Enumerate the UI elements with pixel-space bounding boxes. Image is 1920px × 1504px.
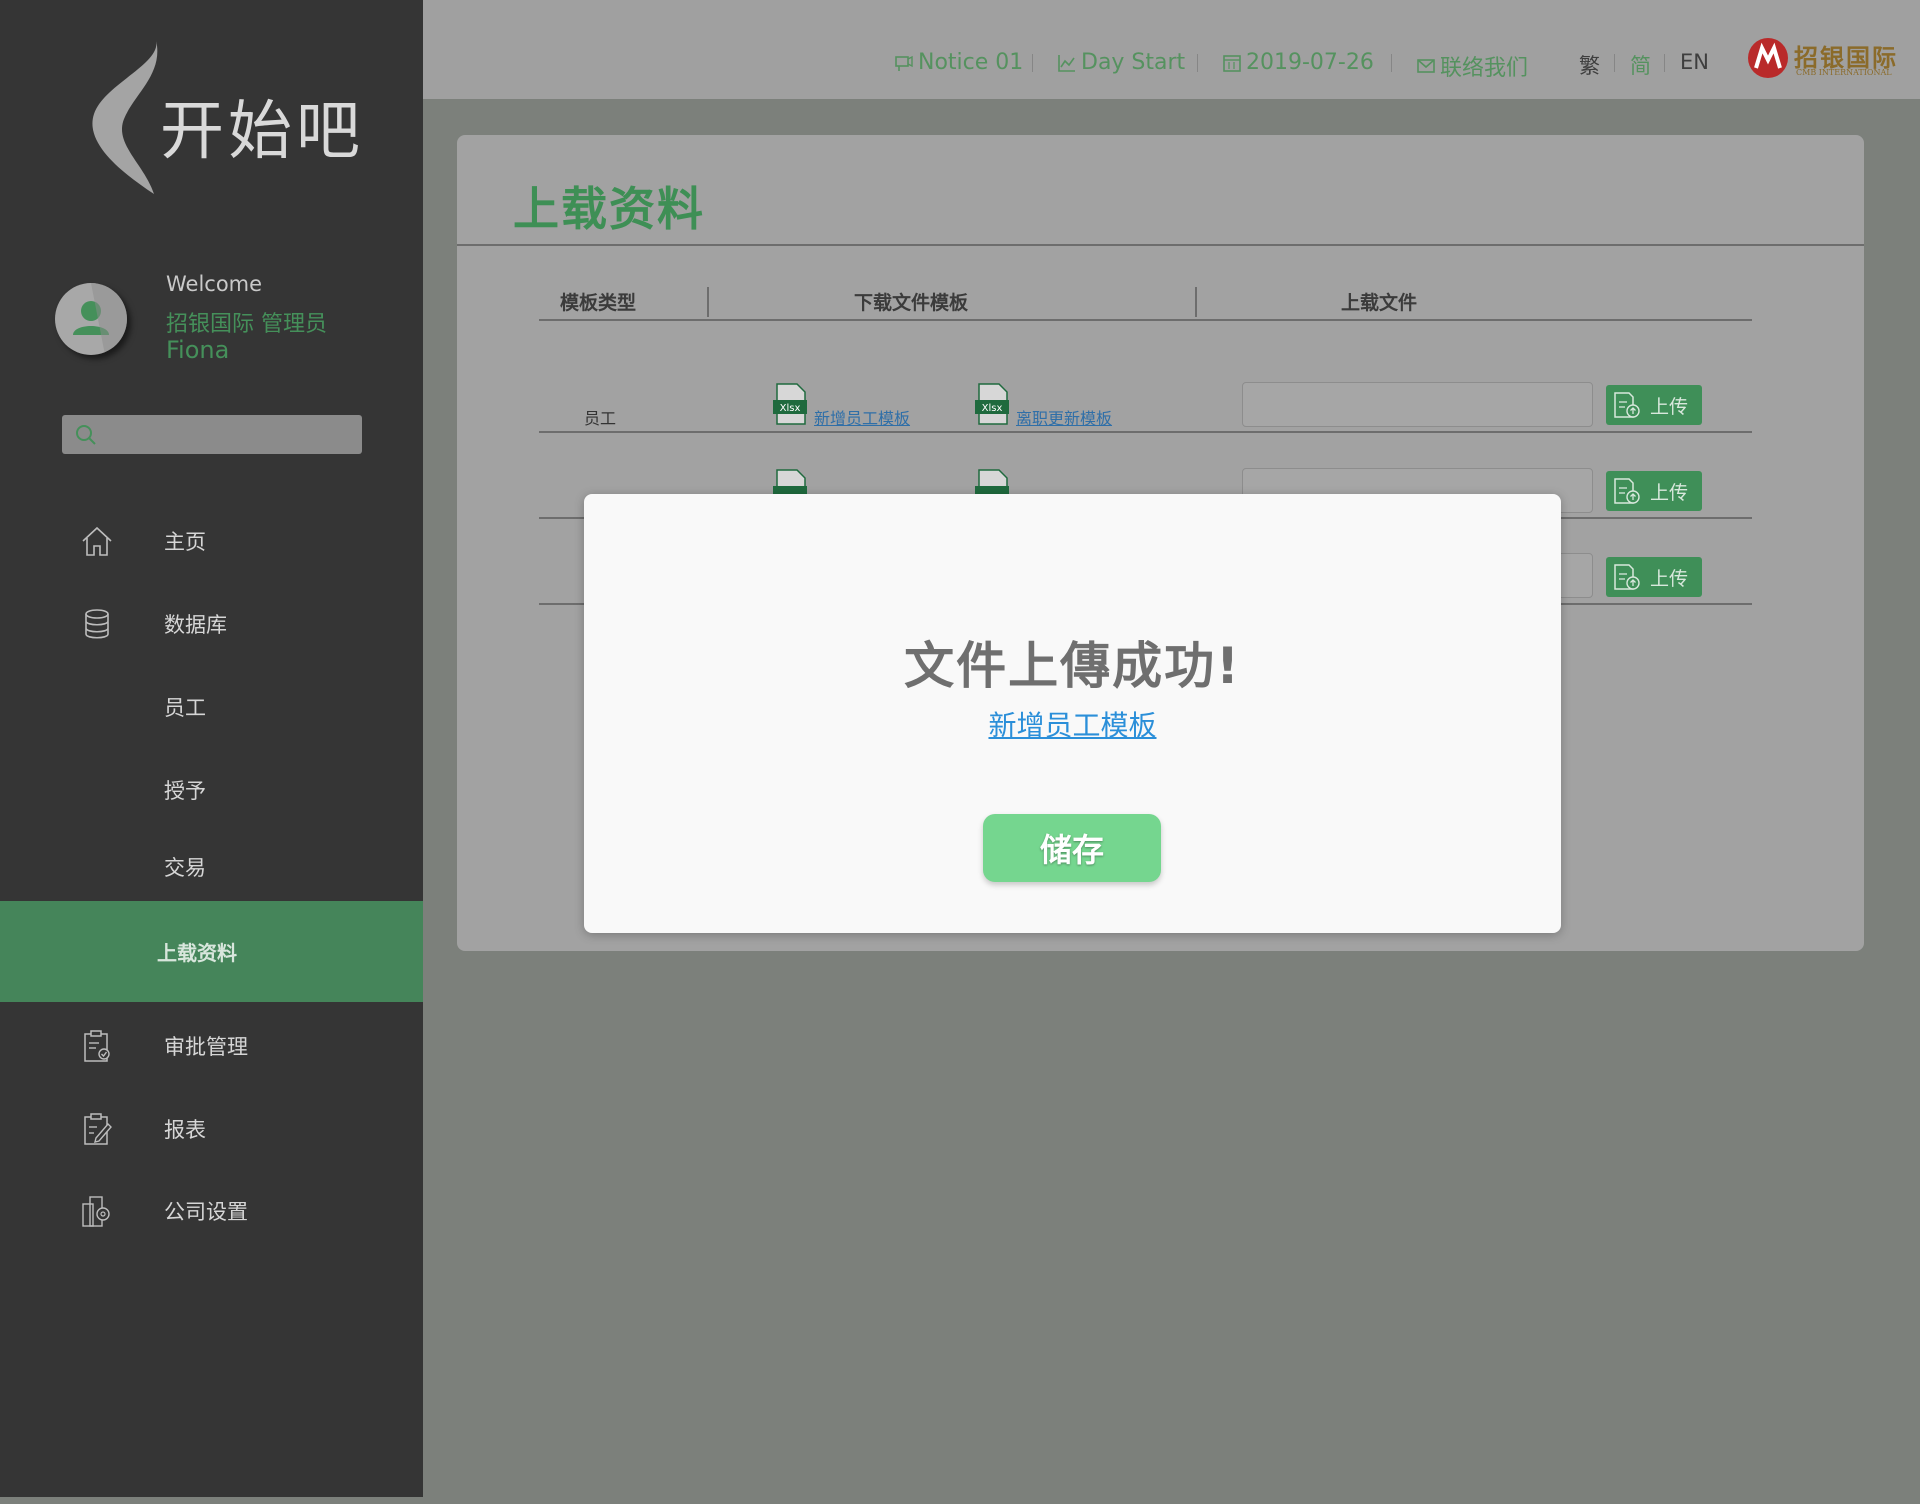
save-button[interactable]: 储存 (983, 814, 1161, 882)
date-text: 2019-07-26 (1246, 50, 1374, 75)
day-start-link[interactable]: Day Start (1057, 50, 1185, 75)
sidebar-item-label: 主页 (164, 530, 206, 554)
mail-icon (1417, 59, 1435, 73)
notice-link[interactable]: Notice 01 (894, 50, 1023, 75)
sidebar-item-grant[interactable]: 授予 (0, 759, 423, 819)
xlsx-badge-text: Xlsx (780, 403, 801, 414)
template-link-new-employee[interactable]: 新增员工模板 (814, 405, 910, 429)
upload-button-label: 上传 (1650, 395, 1689, 418)
divider (539, 319, 1752, 321)
user-icon (73, 283, 127, 355)
divider (1614, 54, 1615, 72)
page-title: 上载资料 (513, 182, 705, 236)
search-icon (76, 425, 96, 445)
divider (1391, 54, 1392, 72)
report-edit-icon (84, 1113, 112, 1145)
column-header-type: 模板类型 (560, 292, 637, 314)
sidebar: 开始吧 Welcome 招银国际 管理员 Fiona 主页 数据库 员工 授予 (0, 0, 423, 1497)
sidebar-item-label: 报表 (164, 1118, 206, 1142)
upload-button-label: 上传 (1650, 567, 1689, 590)
divider (1664, 54, 1665, 72)
sidebar-item-transaction[interactable]: 交易 (0, 836, 423, 896)
template-link-leaver-update[interactable]: 离职更新模板 (1016, 405, 1112, 429)
sidebar-item-approval[interactable]: 审批管理 (0, 1015, 423, 1075)
brand-en: CMB INTERNATIONAL (1796, 68, 1892, 77)
home-icon (82, 526, 112, 556)
sidebar-item-label: 上载资料 (157, 941, 237, 965)
cmb-logo-icon (1748, 38, 1788, 78)
welcome-text: Welcome (166, 272, 263, 296)
logo-text: 开始吧 (160, 95, 364, 169)
user-org: 招银国际 管理员 (166, 312, 327, 337)
divider (707, 287, 709, 317)
row-type: 员工 (584, 409, 617, 428)
divider (539, 431, 1752, 433)
column-header-upload: 上载文件 (1341, 292, 1418, 314)
upload-success-dialog: 文件上傳成功! 新增员工模板 储存 (584, 494, 1561, 933)
divider (1197, 54, 1198, 72)
upload-file-icon (1614, 564, 1640, 590)
contact-text: 联络我们 (1440, 56, 1529, 81)
sidebar-item-label: 公司设置 (164, 1200, 248, 1224)
xlsx-badge-text: Xlsx (982, 403, 1003, 414)
sidebar-item-label: 数据库 (164, 613, 227, 637)
divider (1195, 287, 1197, 317)
upload-button[interactable]: 上传 (1606, 471, 1702, 511)
upload-button[interactable]: 上传 (1606, 385, 1702, 425)
xlsx-file-icon: Xlsx (773, 383, 807, 425)
sidebar-item-home[interactable]: 主页 (0, 510, 423, 570)
company-settings-icon (82, 1196, 110, 1227)
upload-file-icon (1614, 392, 1640, 418)
sidebar-item-upload[interactable]: 上载资料 (0, 901, 423, 1002)
search-input[interactable] (62, 415, 362, 454)
lang-simplified[interactable]: 简 (1630, 50, 1651, 80)
uploaded-file-link[interactable]: 新增员工模板 (584, 704, 1561, 744)
user-name: Fiona (166, 336, 230, 364)
contact-link[interactable]: 联络我们 (1416, 50, 1528, 82)
lang-traditional[interactable]: 繁 (1579, 50, 1600, 80)
upload-button[interactable]: 上传 (1606, 557, 1702, 597)
approval-clipboard-icon (84, 1030, 110, 1062)
sidebar-item-report[interactable]: 报表 (0, 1098, 423, 1158)
column-header-download: 下载文件模板 (854, 292, 969, 314)
date-display[interactable]: 2019-07-26 (1222, 50, 1374, 75)
brand-logo: 招银国际 CMB INTERNATIONAL (1744, 36, 1914, 82)
notice-text: Notice 01 (918, 50, 1024, 75)
divider (1032, 54, 1033, 72)
sidebar-item-label: 审批管理 (164, 1035, 248, 1059)
sidebar-item-label: 员工 (164, 696, 206, 720)
sidebar-item-company-settings[interactable]: 公司设置 (0, 1180, 423, 1240)
calendar-icon (1223, 54, 1241, 72)
upload-file-icon (1614, 478, 1640, 504)
file-input[interactable] (1242, 382, 1593, 427)
day-start-text: Day Start (1081, 50, 1186, 75)
avatar[interactable] (55, 283, 127, 355)
sidebar-item-label: 交易 (164, 856, 206, 880)
lang-english[interactable]: EN (1680, 50, 1709, 74)
sidebar-item-database[interactable]: 数据库 (0, 593, 423, 653)
sidebar-footer (0, 1497, 423, 1504)
database-icon (85, 609, 109, 639)
sidebar-item-employee[interactable]: 员工 (0, 676, 423, 736)
sidebar-item-label: 授予 (164, 779, 206, 803)
line-chart-icon (1058, 54, 1075, 72)
dialog-title: 文件上傳成功! (904, 637, 1241, 695)
notice-icon (895, 55, 913, 71)
divider (457, 244, 1864, 246)
xlsx-file-icon: Xlsx (975, 383, 1009, 425)
upload-button-label: 上传 (1650, 481, 1689, 504)
